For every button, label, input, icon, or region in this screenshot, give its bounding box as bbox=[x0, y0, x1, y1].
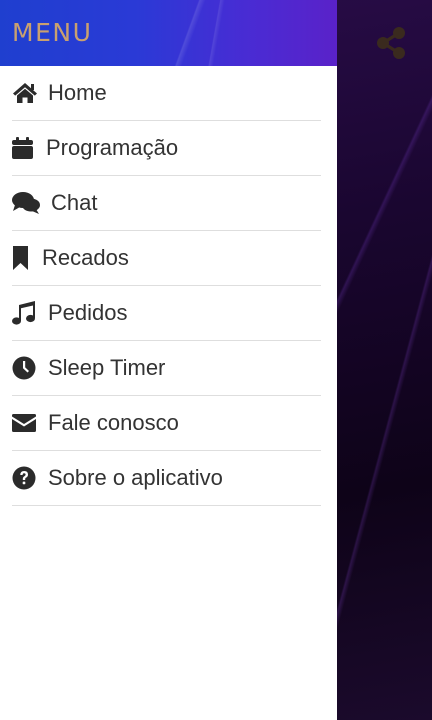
menu-item-label: Chat bbox=[51, 190, 98, 215]
menu-item-label: Sobre o aplicativo bbox=[48, 465, 223, 490]
menu-item-label: Pedidos bbox=[48, 300, 128, 325]
share-button[interactable] bbox=[372, 24, 410, 62]
menu-item-fale-conosco[interactable]: Fale conosco bbox=[12, 396, 321, 451]
menu-item-label: Home bbox=[48, 80, 107, 105]
envelope-icon bbox=[12, 411, 38, 435]
menu-item-label: Sleep Timer bbox=[48, 355, 166, 380]
drawer-header: MENU bbox=[0, 0, 337, 66]
menu-item-recados[interactable]: Recados bbox=[12, 231, 321, 286]
menu-item-home[interactable]: Home bbox=[12, 66, 321, 121]
navigation-drawer: MENU Home Programação Chat Recados Pedid… bbox=[0, 0, 337, 720]
home-icon bbox=[12, 81, 38, 105]
menu-item-chat[interactable]: Chat bbox=[12, 176, 321, 231]
share-icon bbox=[375, 26, 407, 60]
drawer-title: MENU bbox=[12, 18, 93, 47]
bookmark-icon bbox=[12, 246, 32, 270]
calendar-icon bbox=[12, 136, 34, 160]
clock-icon bbox=[12, 356, 38, 380]
menu-item-label: Recados bbox=[42, 245, 129, 270]
music-icon bbox=[12, 301, 38, 325]
question-icon bbox=[12, 466, 38, 490]
menu-item-label: Fale conosco bbox=[48, 410, 179, 435]
menu-item-programacao[interactable]: Programação bbox=[12, 121, 321, 176]
menu-item-sobre[interactable]: Sobre o aplicativo bbox=[12, 451, 321, 506]
menu-list: Home Programação Chat Recados Pedidos Sl… bbox=[0, 66, 337, 506]
chat-icon bbox=[12, 191, 42, 215]
menu-item-label: Programação bbox=[46, 135, 179, 160]
menu-item-sleep-timer[interactable]: Sleep Timer bbox=[12, 341, 321, 396]
menu-item-pedidos[interactable]: Pedidos bbox=[12, 286, 321, 341]
